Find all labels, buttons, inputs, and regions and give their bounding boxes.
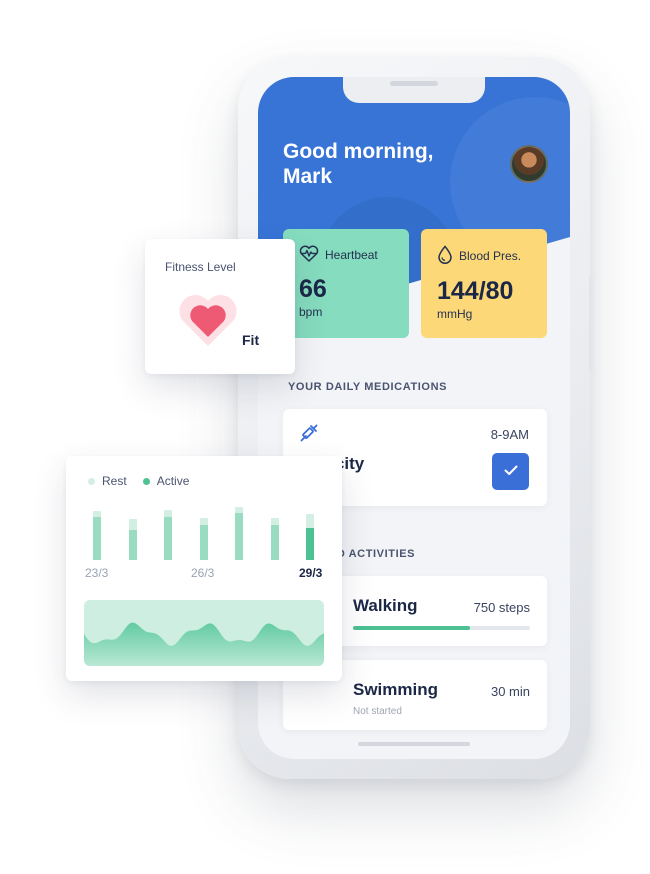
chart-bar-active <box>199 524 208 560</box>
chart-bar-active <box>235 513 243 560</box>
check-icon <box>504 463 518 481</box>
activity-value: 30 min <box>490 684 530 699</box>
heartbeat-label: Heartbeat <box>325 248 378 262</box>
legend-label: Rest <box>102 474 127 488</box>
medication-time: 8-9AM <box>490 427 529 442</box>
chart-bar-active <box>164 517 172 560</box>
chart-bar-active <box>270 525 279 560</box>
blood-pressure-label: Blood Pres. <box>459 249 522 263</box>
chart-legend: Rest Active <box>88 474 189 488</box>
heartbeat-value: 66 <box>299 275 327 303</box>
legend-dot <box>142 477 150 485</box>
greeting-title: Good morning, Mark <box>283 139 483 189</box>
x-tick-label: 29/3 <box>299 566 323 580</box>
wave-graphic <box>84 622 324 666</box>
fitness-level-value: Fit <box>242 332 260 348</box>
speaker-grille <box>390 81 438 86</box>
heartbeat-unit: bpm <box>299 305 323 319</box>
chart-bar <box>199 518 208 560</box>
medication-taken-checkbox[interactable] <box>492 453 529 490</box>
heartbeat-card[interactable]: Heartbeat 66 bpm <box>283 229 409 338</box>
legend-label: Active <box>156 474 190 488</box>
activity-value: 750 steps <box>473 600 530 615</box>
avatar[interactable] <box>510 145 548 183</box>
x-tick-label: 23/3 <box>85 566 109 580</box>
activity-status: Not started <box>353 706 402 717</box>
chart-bar <box>164 509 172 560</box>
chart-bar <box>306 514 314 560</box>
chart-bar <box>93 511 101 560</box>
chart-bar <box>270 518 279 560</box>
greeting-line-1: Good morning, <box>283 140 434 163</box>
activity-chart-card[interactable]: Rest Active 23/3 26/3 29/3 <box>66 456 342 681</box>
chart-bar <box>128 518 137 560</box>
fitness-title: Fitness Level <box>165 260 236 274</box>
chart-bar <box>235 506 243 560</box>
chart-bar-active <box>306 528 314 560</box>
phone-side-button <box>589 275 593 371</box>
syringe-icon <box>299 423 319 448</box>
legend-item-active: Active <box>142 474 190 488</box>
activity-name: Walking <box>353 596 418 615</box>
chart-bar-active <box>128 530 137 560</box>
fitness-level-card[interactable]: Fitness Level Fit <box>145 239 295 374</box>
activity-progress-fill <box>353 626 470 630</box>
activity-wave-chart <box>84 600 324 666</box>
blood-pressure-value: 144/80 <box>437 277 514 305</box>
home-indicator[interactable] <box>358 742 470 746</box>
legend-item-rest: Rest <box>88 474 127 488</box>
heartbeat-icon <box>299 245 319 265</box>
blood-pressure-unit: mmHg <box>437 307 473 321</box>
bar-chart <box>88 504 328 560</box>
activity-progress-bar <box>353 626 530 630</box>
activity-name: Swimming <box>353 680 439 699</box>
blood-pressure-card[interactable]: Blood Pres. 144/80 mmHg <box>421 229 547 338</box>
chart-bar-active <box>93 517 101 560</box>
legend-dot <box>88 477 95 485</box>
medications-section-title: YOUR DAILY MEDICATIONS <box>288 381 448 393</box>
heart-icon <box>178 294 238 353</box>
drop-icon <box>437 245 453 267</box>
greeting-name: Mark <box>283 165 333 188</box>
x-tick-label: 26/3 <box>191 566 215 580</box>
